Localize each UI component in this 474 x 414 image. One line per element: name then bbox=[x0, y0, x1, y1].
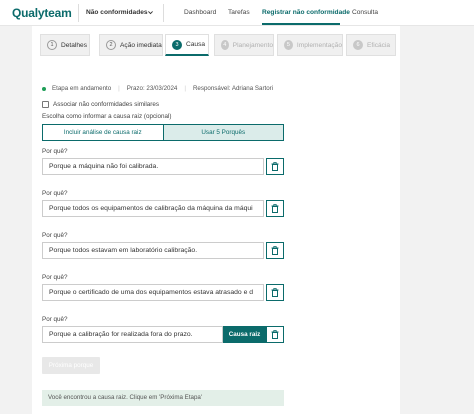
why-input-2[interactable]: Porque todos os equipamentos de calibraç… bbox=[42, 200, 264, 217]
associate-checkbox-label: Associar não conformidades similares bbox=[53, 101, 160, 108]
status-stage: Etapa em andamento bbox=[52, 85, 112, 92]
step-label: Eficácia bbox=[367, 41, 391, 49]
root-cause-button[interactable]: Causa raiz bbox=[223, 326, 266, 343]
separator: | bbox=[184, 85, 186, 92]
trash-icon bbox=[271, 246, 279, 255]
status-row: Etapa em andamento | Prazo: 23/03/2024 |… bbox=[42, 85, 273, 92]
option-root-cause-analysis[interactable]: Incluir análise de causa raiz bbox=[42, 124, 163, 141]
status-dot-icon bbox=[42, 86, 46, 91]
step-number: 4 bbox=[221, 40, 229, 50]
why-label: Por quê? bbox=[42, 190, 68, 197]
status-owner: Responsável: Adriana Sartori bbox=[192, 85, 274, 92]
trash-icon bbox=[271, 330, 279, 339]
separator: | bbox=[118, 85, 120, 92]
step-label: Implementação bbox=[296, 41, 342, 49]
step-number: 3 bbox=[172, 39, 182, 50]
why-input-5[interactable]: Porque a calibração for realizada fora d… bbox=[42, 326, 223, 343]
top-navbar: Qualyteam Não conformidades Dashboard Ta… bbox=[0, 0, 474, 26]
why-input-3[interactable]: Porque todos estavam em laboratório cali… bbox=[42, 242, 264, 259]
step-number: 6 bbox=[353, 40, 363, 50]
next-why-button[interactable]: Próxima porque bbox=[42, 357, 100, 374]
steps-bar: 1 Detalhes 2 Ação imediata 3 Causa 4 Pla… bbox=[32, 34, 400, 56]
step-number: 2 bbox=[106, 40, 116, 50]
nav-tarefas[interactable]: Tarefas bbox=[228, 9, 250, 16]
why-input-1[interactable]: Porque a máquina não foi calibrada. bbox=[42, 158, 264, 175]
trash-icon bbox=[271, 162, 279, 171]
module-selector[interactable]: Não conformidades bbox=[78, 4, 164, 22]
why-label: Por quê? bbox=[42, 232, 68, 239]
trash-icon bbox=[271, 204, 279, 213]
nav-dashboard[interactable]: Dashboard bbox=[184, 9, 216, 16]
module-selector-label: Não conformidades bbox=[86, 9, 148, 16]
step-detalhes[interactable]: 1 Detalhes bbox=[40, 34, 90, 56]
step-number: 1 bbox=[47, 40, 57, 50]
logo-text: ualyteam bbox=[21, 6, 72, 20]
qualyteam-logo[interactable]: Qualyteam bbox=[12, 6, 72, 20]
associate-checkbox-row[interactable]: Associar não conformidades similares bbox=[42, 101, 159, 108]
step-label: Planejamento bbox=[232, 41, 273, 49]
nav-consulta[interactable]: Consulta bbox=[352, 9, 378, 16]
why-input-4[interactable]: Porque o certificado de uma dos equipame… bbox=[42, 284, 264, 301]
nav-registrar-nao-conformidade[interactable]: Registrar não conformidade bbox=[262, 9, 350, 16]
step-causa[interactable]: 3 Causa bbox=[165, 34, 209, 56]
left-gutter bbox=[0, 26, 32, 414]
associate-checkbox[interactable] bbox=[42, 101, 49, 108]
step-eficacia: 6 Eficácia bbox=[346, 34, 396, 56]
logo-letter: Q bbox=[12, 6, 22, 20]
right-gutter bbox=[400, 26, 474, 414]
trash-icon bbox=[271, 288, 279, 297]
delete-why-button[interactable] bbox=[266, 326, 284, 343]
root-cause-method-toggle: Incluir análise de causa raiz Usar 5 Por… bbox=[42, 124, 284, 141]
why-label: Por quê? bbox=[42, 148, 68, 155]
status-deadline: Prazo: 23/03/2024 bbox=[126, 85, 178, 92]
step-label: Ação imediata bbox=[120, 41, 162, 49]
active-nav-indicator bbox=[262, 23, 340, 25]
step-implementacao: 5 Implementação bbox=[277, 34, 343, 56]
step-number: 5 bbox=[284, 40, 293, 50]
step-label: Causa bbox=[186, 41, 206, 48]
choose-method-label: Escolha como informar a causa raiz (opci… bbox=[42, 113, 172, 120]
step-label: Detalhes bbox=[61, 41, 88, 49]
delete-why-button[interactable] bbox=[266, 200, 284, 217]
why-label: Por quê? bbox=[42, 274, 68, 281]
delete-why-button[interactable] bbox=[266, 242, 284, 259]
chevron-down-icon bbox=[148, 11, 153, 15]
main-content: Etapa em andamento | Prazo: 23/03/2024 |… bbox=[32, 56, 400, 414]
info-message: Você encontrou a causa raiz. Clique em '… bbox=[42, 390, 284, 406]
delete-why-button[interactable] bbox=[266, 284, 284, 301]
step-planejamento: 4 Planejamento bbox=[214, 34, 274, 56]
step-acao-imediata[interactable]: 2 Ação imediata bbox=[99, 34, 163, 56]
why-label: Por quê? bbox=[42, 316, 68, 323]
delete-why-button[interactable] bbox=[266, 158, 284, 175]
option-5-whys[interactable]: Usar 5 Porquês bbox=[162, 124, 284, 141]
